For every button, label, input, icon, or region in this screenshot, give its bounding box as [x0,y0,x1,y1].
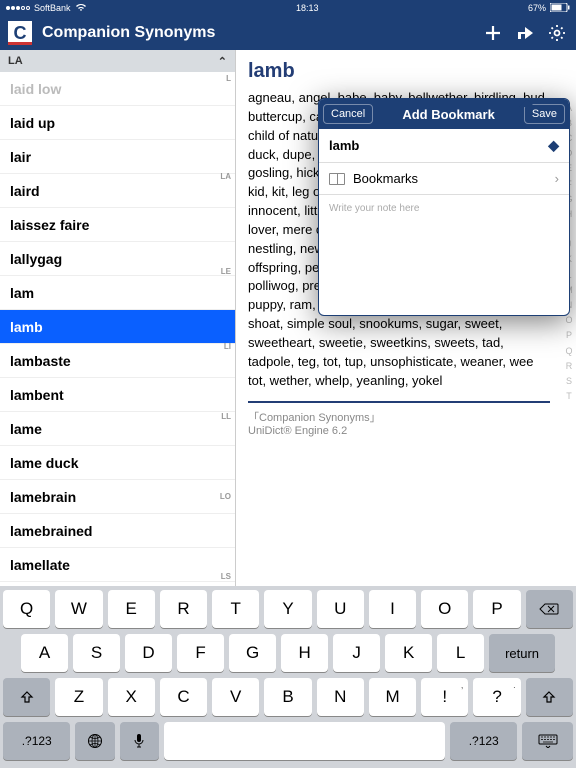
key-m[interactable]: M [369,678,416,716]
key-space[interactable] [164,722,445,760]
sidebar-item[interactable]: lair [0,140,235,174]
key-punct[interactable]: ?. [473,678,520,716]
sidebar-item[interactable]: laid up [0,106,235,140]
key-a[interactable]: A [21,634,68,672]
key-c[interactable]: C [160,678,207,716]
pin-icon[interactable]: ◆ [548,137,559,154]
add-bookmark-popover: Cancel Add Bookmark Save lamb ◆ Bookmark… [318,98,570,316]
key-globe[interactable] [75,722,114,760]
key-g[interactable]: G [229,634,276,672]
headword: lamb [248,60,550,83]
app-title: Companion Synonyms [42,24,472,42]
key-hide[interactable] [522,722,573,760]
key-o[interactable]: O [421,590,468,628]
key-l[interactable]: L [437,634,484,672]
battery-pct: 67% [528,3,546,13]
sidebar-item[interactable]: lam [0,276,235,310]
wifi-icon [75,3,87,14]
sidebar-item[interactable]: lallygag [0,242,235,276]
key-shift[interactable] [3,678,50,716]
keyboard: QWERTYUIOP ASDFGHJKLreturn ZXCVBNM!,?. .… [0,586,576,768]
app-logo: C [8,21,32,45]
key-e[interactable]: E [108,590,155,628]
key-h[interactable]: H [281,634,328,672]
key-k[interactable]: K [385,634,432,672]
sidebar-item[interactable]: lamebrain [0,480,235,514]
key-r[interactable]: R [160,590,207,628]
key-numbers-right[interactable]: .?123 [450,722,517,760]
key-i[interactable]: I [369,590,416,628]
carrier: SoftBank [34,3,71,13]
key-numbers[interactable]: .?123 [3,722,70,760]
book-icon [329,173,345,185]
sidebar-item[interactable]: lambaste [0,344,235,378]
key-p[interactable]: P [473,590,520,628]
save-button[interactable]: Save [524,104,565,124]
key-u[interactable]: U [317,590,364,628]
key-y[interactable]: Y [264,590,311,628]
sidebar-item[interactable]: lamebrained [0,514,235,548]
note-field[interactable]: Write your note here [319,195,569,315]
add-button[interactable] [482,24,504,42]
share-button[interactable] [514,25,536,41]
key-punct[interactable]: !, [421,678,468,716]
sidebar-item[interactable]: lambent [0,378,235,412]
key-s[interactable]: S [73,634,120,672]
sidebar-item[interactable]: laird [0,174,235,208]
key-v[interactable]: V [212,678,259,716]
key-n[interactable]: N [317,678,364,716]
cancel-button[interactable]: Cancel [323,104,373,124]
sidebar-item[interactable]: lame duck [0,446,235,480]
collapse-icon[interactable]: ⌃ [218,55,227,68]
key-j[interactable]: J [333,634,380,672]
app-header: C Companion Synonyms [0,16,576,50]
bookmark-word-row: lamb ◆ [319,129,569,163]
key-b[interactable]: B [264,678,311,716]
status-bar: SoftBank 18:13 67% [0,0,576,16]
popover-title: Add Bookmark [402,107,494,122]
key-w[interactable]: W [55,590,102,628]
key-d[interactable]: D [125,634,172,672]
sidebar-item[interactable]: lamb [0,310,235,344]
sidebar-item[interactable]: lame [0,412,235,446]
settings-button[interactable] [546,24,568,42]
key-shift[interactable] [526,678,573,716]
key-dictation[interactable] [120,722,159,760]
sidebar-item[interactable]: lamellate [0,548,235,582]
sidebar-item[interactable]: laissez faire [0,208,235,242]
battery-icon [550,3,570,14]
sidebar-item[interactable]: lament [0,582,235,586]
sidebar-section-header: LA ⌃ [0,50,235,72]
chevron-right-icon: › [555,171,559,186]
key-f[interactable]: F [177,634,224,672]
key-q[interactable]: Q [3,590,50,628]
word-sidebar: LA ⌃ LLALELILLLOLS laid lowlaid uplairla… [0,50,236,586]
key-x[interactable]: X [108,678,155,716]
key-return[interactable]: return [489,634,555,672]
clock: 18:13 [296,3,319,13]
source-footer: 「Companion Synonyms」 UniDict® Engine 6.2 [248,401,550,437]
sidebar-item[interactable]: laid low [0,72,235,106]
key-t[interactable]: T [212,590,259,628]
key-z[interactable]: Z [55,678,102,716]
key-backspace[interactable] [526,590,573,628]
bookmark-folder-row[interactable]: Bookmarks › [319,163,569,195]
